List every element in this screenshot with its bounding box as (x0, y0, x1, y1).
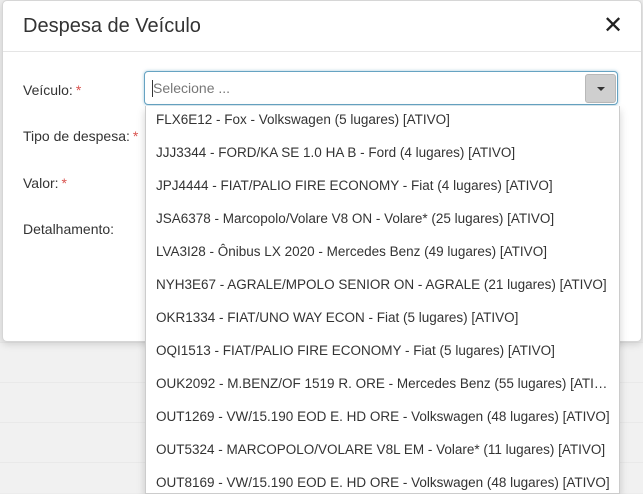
vehicle-label: Veículo: * (23, 82, 81, 98)
vehicle-option[interactable]: OKR1334 - FIAT/UNO WAY ECON - Fiat (5 lu… (146, 304, 619, 337)
required-marker: * (75, 82, 82, 98)
vehicle-option[interactable]: OQI1513 - FIAT/PALIO FIRE ECONOMY - Fiat… (146, 337, 619, 370)
expense-type-label-text: Tipo de despesa: (23, 128, 130, 144)
vehicle-options-list: FLX6E12 - Fox - Volkswagen (5 lugares) [… (145, 106, 620, 494)
vehicle-option[interactable]: OUT8169 - VW/15.190 EOD E. HD ORE - Volk… (146, 469, 619, 493)
vehicle-option[interactable]: OUT5324 - MARCOPOLO/VOLARE V8L EM - Vola… (146, 436, 619, 469)
vehicle-dropdown-button[interactable] (585, 74, 616, 103)
text-cursor (152, 80, 153, 97)
vehicle-select[interactable] (144, 71, 618, 105)
modal-title: Despesa de Veículo (23, 15, 201, 37)
close-icon: ✕ (602, 11, 624, 39)
detail-label-text: Detalhamento: (23, 221, 115, 237)
vehicle-option[interactable]: OUT1269 - VW/15.190 EOD E. HD ORE - Volk… (146, 403, 619, 436)
vehicle-option[interactable]: NYH3E67 - AGRALE/MPOLO SENIOR ON - AGRAL… (146, 271, 619, 304)
value-label-text: Valor: (23, 175, 59, 191)
chevron-down-icon (597, 87, 605, 91)
vehicle-option[interactable]: OUK2092 - M.BENZ/OF 1519 R. ORE - Merced… (146, 370, 619, 403)
vehicle-option[interactable]: JPJ4444 - FIAT/PALIO FIRE ECONOMY - Fiat… (146, 172, 619, 205)
vehicle-option[interactable]: LVA3I28 - Ônibus LX 2020 - Mercedes Benz… (146, 238, 619, 271)
vehicle-option[interactable]: JSA6378 - Marcopolo/Volare V8 ON - Volar… (146, 205, 619, 238)
modal-header: Despesa de Veículo ✕ (3, 1, 641, 52)
expense-type-label: Tipo de despesa: * (23, 128, 138, 144)
vehicle-option[interactable]: FLX6E12 - Fox - Volkswagen (5 lugares) [… (146, 106, 619, 139)
detail-label: Detalhamento: (23, 221, 114, 237)
close-button[interactable]: ✕ (601, 12, 625, 38)
value-label: Valor: * (23, 175, 67, 191)
required-marker: * (132, 128, 139, 144)
required-marker: * (61, 175, 67, 191)
vehicle-label-text: Veículo: (23, 82, 73, 98)
vehicle-option[interactable]: JJJ3344 - FORD/KA SE 1.0 HA B - Ford (4 … (146, 139, 619, 172)
vehicle-search-input[interactable] (153, 72, 573, 104)
